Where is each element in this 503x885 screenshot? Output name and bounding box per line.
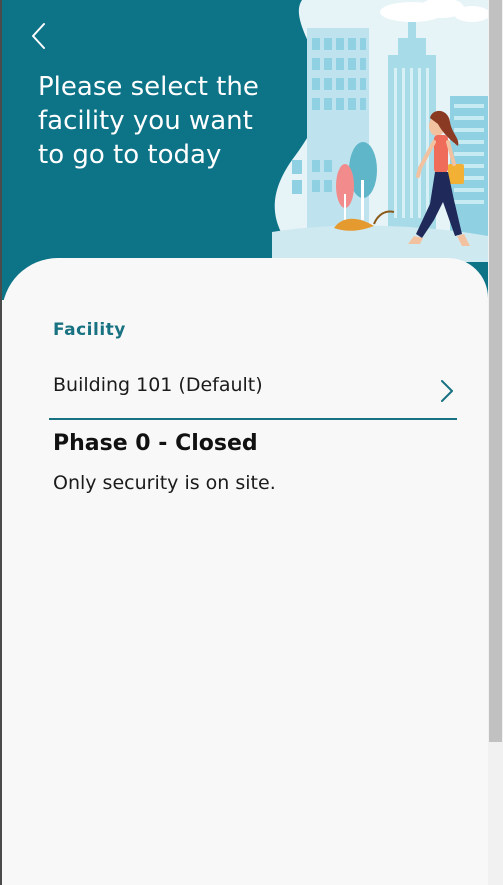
- header-banner: Please select the facility you want to g…: [2, 0, 488, 300]
- chevron-right-icon: [441, 380, 453, 402]
- content-card: Facility Building 101 (Default) Phase 0 …: [2, 258, 488, 885]
- app-window: Please select the facility you want to g…: [2, 0, 488, 885]
- chevron-left-icon: [32, 23, 45, 49]
- facility-selected-value: Building 101 (Default): [53, 374, 263, 396]
- facility-label: Facility: [53, 320, 126, 340]
- phase-description: Only security is on site.: [53, 472, 276, 494]
- scrollbar-track[interactable]: [488, 0, 503, 885]
- back-button[interactable]: [24, 18, 54, 54]
- scrollbar-thumb[interactable]: [489, 0, 502, 742]
- facility-selector[interactable]: Building 101 (Default): [49, 362, 457, 420]
- phase-title: Phase 0 - Closed: [53, 431, 258, 456]
- page-title: Please select the facility you want to g…: [38, 72, 259, 170]
